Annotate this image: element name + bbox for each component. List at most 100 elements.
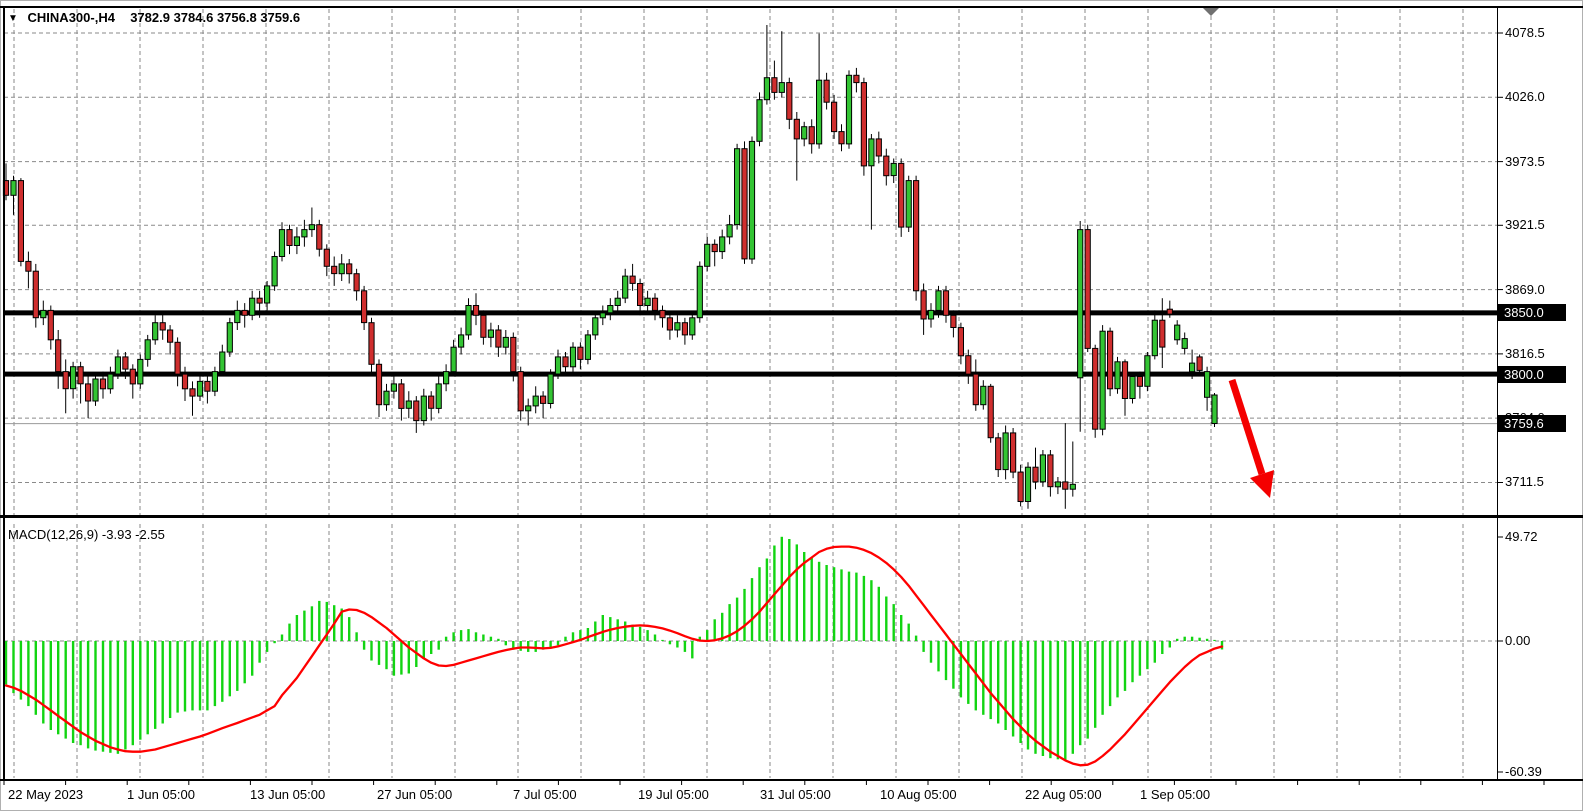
macd-histogram-bar <box>251 641 253 676</box>
candle-body <box>861 83 866 166</box>
price-tick-label: 3816.5 <box>1505 346 1545 362</box>
macd-histogram-bar <box>266 641 268 652</box>
macd-histogram-bar <box>288 624 290 641</box>
candle-body <box>1167 309 1172 314</box>
candle-body <box>399 384 404 409</box>
candle-body <box>1011 433 1016 472</box>
candle-body <box>645 298 650 305</box>
candle-body <box>593 318 598 335</box>
support-line-3800[interactable] <box>4 372 1497 377</box>
candle-body <box>809 127 814 144</box>
candle-body <box>444 372 449 384</box>
candle-body <box>1108 331 1113 389</box>
candle-body <box>1033 467 1038 482</box>
candle-body <box>555 357 560 374</box>
candle-body <box>436 384 441 409</box>
macd-histogram-bar <box>520 641 522 651</box>
candle-body <box>779 83 784 93</box>
candle-body <box>294 237 299 246</box>
candle-body <box>1152 320 1157 356</box>
chart-canvas[interactable] <box>0 0 1583 811</box>
macd-histogram-bar <box>1154 641 1156 663</box>
candle-body <box>18 181 23 262</box>
macd-histogram-bar <box>505 641 507 645</box>
candle-body <box>712 244 717 251</box>
macd-histogram-bar <box>147 641 149 734</box>
macd-histogram-bar <box>109 641 111 753</box>
macd-histogram-bar <box>1049 641 1051 758</box>
candle-body <box>891 163 896 175</box>
candle-body <box>108 374 113 389</box>
candle-body <box>287 230 292 246</box>
ohlc-readout: 3782.9 3784.6 3756.8 3759.6 <box>130 10 300 25</box>
price-tick-label: 3973.5 <box>1505 154 1545 170</box>
price-badge-3850.0: 3850.0 <box>1498 304 1566 321</box>
candle-body <box>242 310 247 315</box>
macd-histogram-bar <box>1042 641 1044 756</box>
macd-histogram-bar <box>348 617 350 641</box>
macd-histogram-bar <box>624 622 626 642</box>
candle-body <box>354 274 359 291</box>
time-marker-icon <box>1203 8 1219 16</box>
macd-histogram-bar <box>124 641 126 750</box>
candle-body <box>817 80 822 144</box>
macd-histogram-bar <box>885 597 887 642</box>
candle-body <box>168 330 173 342</box>
macd-signal-line <box>6 547 1222 766</box>
candle-body <box>41 310 46 317</box>
candle-body <box>1093 348 1098 429</box>
macd-histogram[interactable] <box>5 537 1223 761</box>
macd-histogram-bar <box>945 641 947 680</box>
macd-histogram-bar <box>631 625 633 641</box>
macd-histogram-bar <box>191 641 193 710</box>
candle-body <box>1078 230 1083 378</box>
macd-tick-label: -60.39 <box>1505 764 1542 780</box>
candle-body <box>1025 467 1030 501</box>
candle-body <box>1040 455 1045 482</box>
candle-body <box>720 237 725 252</box>
candle-body <box>1048 455 1053 487</box>
macd-histogram-bar <box>1139 641 1141 676</box>
candle-body <box>347 264 352 274</box>
candle-body <box>1160 320 1165 347</box>
candle-body <box>406 401 411 408</box>
symbol-period-label: CHINA300-,H4 <box>28 10 115 25</box>
macd-histogram-bar <box>1124 641 1126 691</box>
resistance-line-3850[interactable] <box>4 310 1497 315</box>
price-tick-label: 3869.0 <box>1505 282 1545 298</box>
macd-histogram-bar <box>1057 641 1059 759</box>
candle-body <box>332 266 337 273</box>
macd-histogram-bar <box>303 611 305 641</box>
candle-body <box>205 381 210 391</box>
macd-histogram-bar <box>273 641 275 643</box>
macd-histogram-bar <box>535 641 537 652</box>
price-tick-label: 3711.5 <box>1505 474 1544 490</box>
candle-body <box>996 438 1001 470</box>
macd-tick-label: 0.00 <box>1505 633 1530 649</box>
candle-body <box>1122 362 1127 399</box>
candle-body <box>145 340 150 360</box>
macd-histogram-bar <box>1034 641 1036 754</box>
macd-histogram-bar <box>1064 641 1066 761</box>
macd-histogram-bar <box>1198 638 1200 641</box>
macd-histogram-bar <box>355 632 357 641</box>
macd-histogram-bar <box>1176 639 1178 641</box>
candle-body <box>227 323 232 352</box>
one-click-trading-arrow-icon[interactable]: ▼ <box>8 13 18 24</box>
candle-body <box>690 318 695 335</box>
candle-body <box>869 139 874 166</box>
candle-body <box>93 379 98 401</box>
macd-histogram-bar <box>65 641 67 739</box>
macd-histogram-bar <box>900 615 902 641</box>
candle-body <box>1190 363 1195 372</box>
macd-histogram-bar <box>50 641 52 730</box>
macd-histogram-bar <box>42 641 44 724</box>
macd-histogram-bar <box>214 641 216 706</box>
macd-histogram-bar <box>206 641 208 710</box>
macd-histogram-bar <box>602 615 604 641</box>
candle-body <box>459 335 464 347</box>
macd-histogram-bar <box>482 635 484 642</box>
macd-histogram-bar <box>811 558 813 642</box>
candle-body <box>1137 377 1142 387</box>
trend-arrow[interactable] <box>1232 380 1274 498</box>
